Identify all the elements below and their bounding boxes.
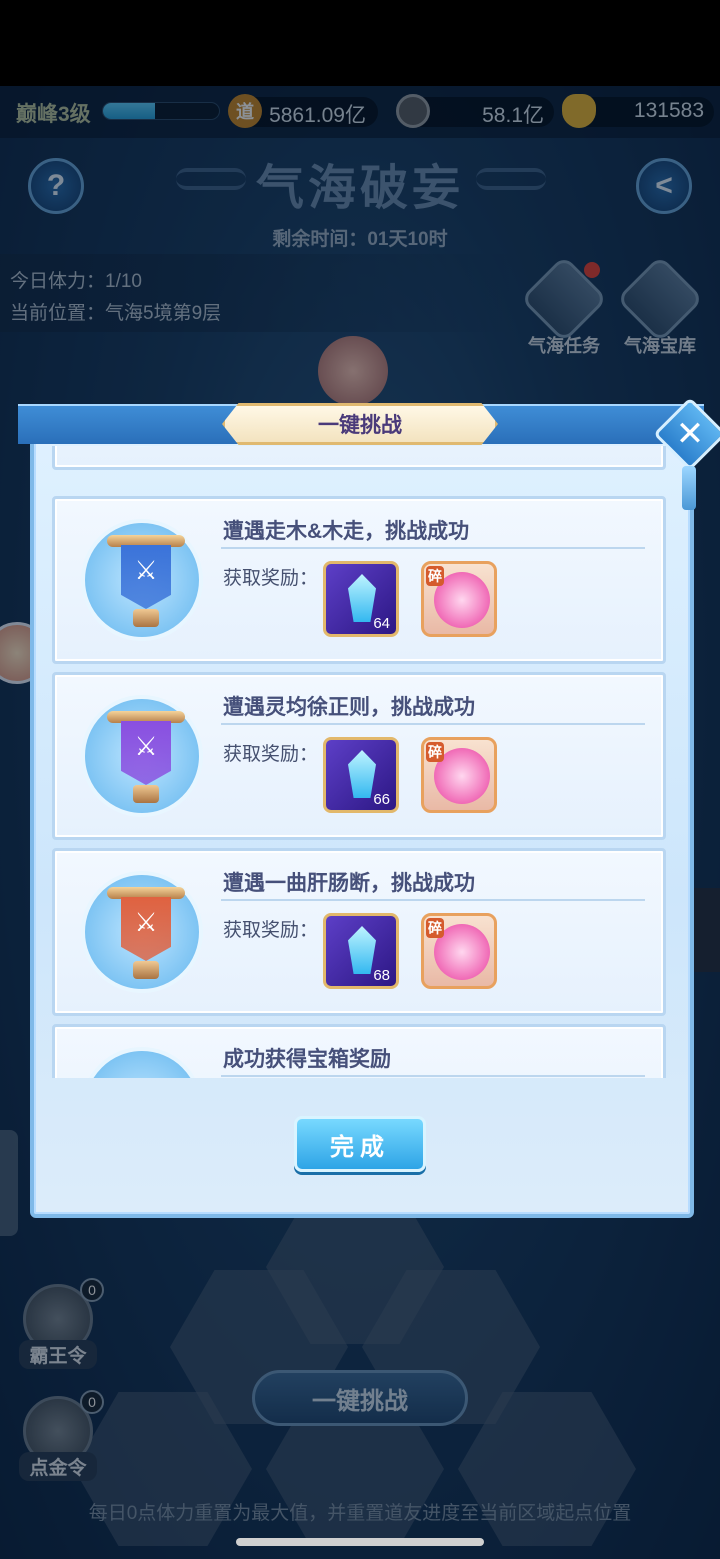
divider (221, 1075, 645, 1077)
result-card-partial (52, 446, 666, 470)
dialog-title: 一键挑战 (222, 403, 498, 445)
crystal-reward-item[interactable]: 68 (323, 913, 399, 989)
banner-stand (133, 961, 159, 979)
medal-icon: ⚔ (81, 519, 203, 641)
dialog-pin-ornament (682, 466, 696, 510)
divider (221, 547, 645, 549)
reward-label: 获取奖励： (223, 568, 319, 589)
result-title: 成功获得宝箱奖励 (223, 1048, 391, 1071)
medal-icon (81, 1047, 203, 1078)
status-bar (0, 0, 720, 86)
crystal-icon (348, 926, 376, 974)
reward-label: 获取奖励： (223, 744, 319, 765)
result-card: ⚔ 遭遇一曲肝肠断，挑战成功 获取奖励： 68 碎 (52, 848, 666, 1016)
done-button[interactable]: 完成 (294, 1116, 426, 1172)
divider (221, 899, 645, 901)
crystal-count: 68 (373, 967, 390, 984)
crystal-icon (348, 574, 376, 622)
fragment-tag: 碎 (426, 566, 444, 586)
banner-stand (133, 609, 159, 627)
result-title: 遭遇走木&木走，挑战成功 (223, 520, 470, 543)
fragment-reward-item[interactable]: 碎 (421, 561, 497, 637)
banner-stand (133, 785, 159, 803)
home-indicator[interactable] (236, 1538, 484, 1546)
result-list[interactable]: ⚔ 遭遇走木&木走，挑战成功 获取奖励： 64 碎 ⚔ 遭遇灵均徐正则，挑战成功… (48, 446, 672, 1078)
divider (221, 723, 645, 725)
medal-icon (81, 446, 203, 447)
result-title: 遭遇一曲肝肠断，挑战成功 (223, 872, 475, 895)
fragment-reward-item[interactable]: 碎 (421, 913, 497, 989)
crystal-count: 64 (373, 615, 390, 632)
crossed-swords-icon: ⚔ (134, 555, 158, 585)
crossed-swords-icon: ⚔ (134, 907, 158, 937)
medal-icon: ⚔ (81, 695, 203, 817)
fragment-reward-item[interactable]: 碎 (421, 737, 497, 813)
result-card: ⚔ 遭遇走木&木走，挑战成功 获取奖励： 64 碎 (52, 496, 666, 664)
medal-icon: ⚔ (81, 871, 203, 993)
result-title: 遭遇灵均徐正则，挑战成功 (223, 696, 475, 719)
result-card: 成功获得宝箱奖励 (52, 1024, 666, 1078)
crossed-swords-icon: ⚔ (134, 731, 158, 761)
crystal-icon (348, 750, 376, 798)
result-card: ⚔ 遭遇灵均徐正则，挑战成功 获取奖励： 66 碎 (52, 672, 666, 840)
crystal-reward-item[interactable]: 66 (323, 737, 399, 813)
crystal-count: 66 (373, 791, 390, 808)
reward-label: 获取奖励： (223, 920, 319, 941)
crystal-reward-item[interactable]: 64 (323, 561, 399, 637)
fragment-tag: 碎 (426, 918, 444, 938)
fragment-tag: 碎 (426, 742, 444, 762)
